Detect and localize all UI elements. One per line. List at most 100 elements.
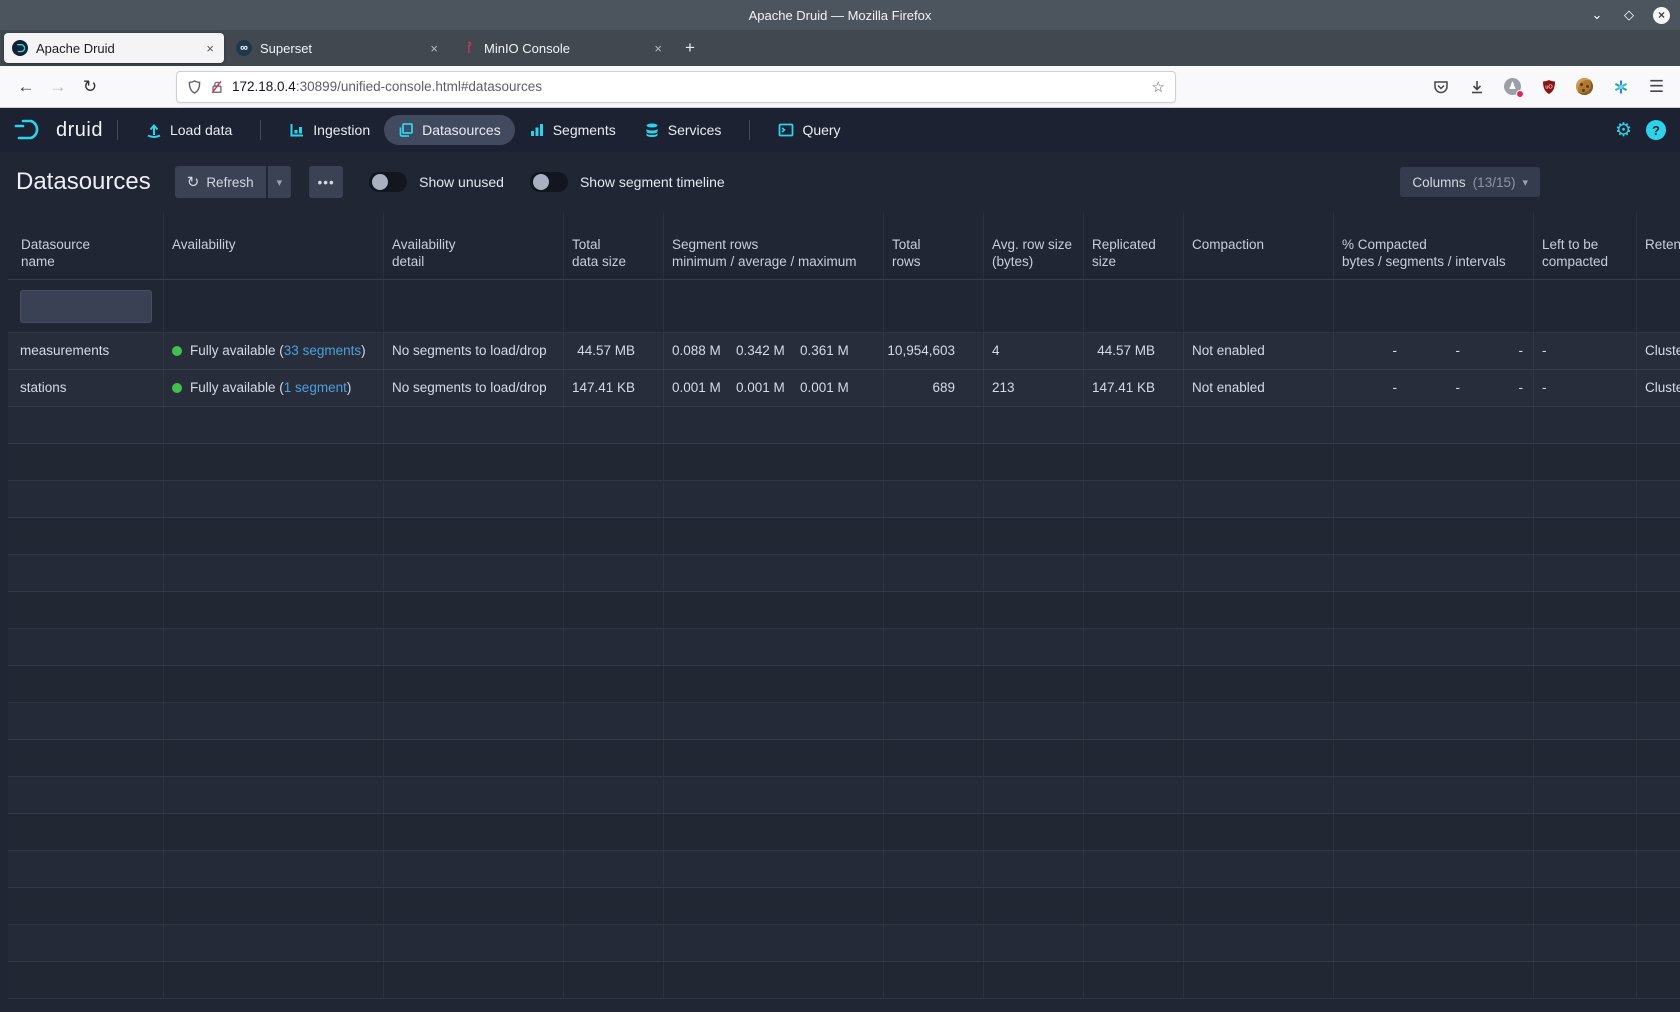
- available-dot-icon: [172, 346, 182, 356]
- col-header-total-rows[interactable]: Totalrows: [884, 212, 984, 279]
- extension-icon[interactable]: ♟: [1499, 73, 1526, 100]
- ingestion-icon: [289, 122, 305, 138]
- query-icon: [778, 122, 794, 138]
- tracking-shield-icon[interactable]: [187, 79, 202, 95]
- cell-total-data-size: 147.41 KB: [564, 370, 664, 406]
- refresh-interval-dropdown-button[interactable]: ▾: [268, 166, 292, 198]
- minio-favicon-icon: [460, 40, 476, 56]
- url-bar[interactable]: 172.18.0.4:30899/unified-console.html#da…: [176, 71, 1176, 103]
- table-row-empty: [8, 703, 1680, 740]
- nav-label: Query: [802, 122, 840, 138]
- nav-item-query[interactable]: Query: [764, 115, 854, 145]
- refresh-icon: ↻: [187, 173, 200, 191]
- cookie-extension-icon[interactable]: [1571, 73, 1598, 100]
- cell-availability: Fully available (33 segments): [164, 333, 384, 369]
- url-host: 172.18.0.4: [232, 79, 296, 94]
- nav-label: Ingestion: [313, 122, 370, 138]
- cell-datasource-name: stations: [8, 370, 164, 406]
- tab-minio-console[interactable]: MinIO Console ×: [452, 33, 672, 63]
- cell-avg-row-size: 213: [984, 370, 1084, 406]
- cell-left-to-be-compacted: -: [1534, 370, 1637, 406]
- tab-apache-druid[interactable]: Apache Druid ×: [4, 33, 224, 63]
- col-header-datasource-name[interactable]: Datasourcename: [8, 212, 164, 279]
- nav-item-load-data[interactable]: Load data: [132, 115, 246, 145]
- segments-icon: [529, 122, 545, 138]
- nav-item-datasources[interactable]: Datasources: [384, 115, 515, 145]
- more-actions-button[interactable]: •••: [309, 166, 343, 198]
- druid-brand[interactable]: druid: [14, 117, 103, 143]
- url-text[interactable]: 172.18.0.4:30899/unified-console.html#da…: [232, 79, 1144, 94]
- tab-close-icon[interactable]: ×: [204, 41, 216, 56]
- col-header-left-to-be-compacted[interactable]: Left to becompacted: [1534, 212, 1637, 279]
- pocket-icon[interactable]: [1427, 73, 1454, 100]
- empty-rows: [8, 407, 1680, 999]
- window-titlebar: Apache Druid — Mozilla Firefox ⌄ ◇ ×: [0, 0, 1680, 30]
- table-row-measurements[interactable]: measurements Fully available (33 segment…: [8, 333, 1680, 370]
- nav-item-ingestion[interactable]: Ingestion: [275, 115, 384, 145]
- cell-compaction: Not enabled: [1184, 370, 1334, 406]
- col-header-availability[interactable]: Availability: [164, 212, 384, 279]
- col-header-compaction[interactable]: Compaction: [1184, 212, 1334, 279]
- columns-picker-button[interactable]: Columns (13/15) ▾: [1400, 167, 1540, 197]
- firefox-logo-icon: [10, 6, 29, 25]
- segments-link[interactable]: 1 segment: [284, 370, 347, 406]
- page-header: Datasources ↻ Refresh ▾ ••• Show unused …: [0, 152, 1680, 212]
- bookmark-star-icon[interactable]: ☆: [1152, 78, 1165, 96]
- insecure-lock-icon[interactable]: [210, 79, 224, 95]
- datasources-icon: [398, 122, 414, 138]
- reload-button[interactable]: ↻: [74, 72, 106, 102]
- ublock-origin-icon[interactable]: uO: [1535, 73, 1562, 100]
- col-header-availability-detail[interactable]: Availabilitydetail: [384, 212, 564, 279]
- col-header-retention[interactable]: Retention: [1637, 212, 1680, 279]
- window-minimize-icon[interactable]: ⌄: [1589, 7, 1605, 23]
- show-segment-timeline-toggle[interactable]: [530, 172, 568, 192]
- window-close-icon[interactable]: ×: [1653, 7, 1670, 24]
- show-segment-timeline-label: Show segment timeline: [580, 174, 725, 190]
- forward-button[interactable]: →: [42, 72, 74, 102]
- table-row-empty: [8, 777, 1680, 814]
- table-row-empty: [8, 481, 1680, 518]
- menu-hamburger-icon[interactable]: ☰: [1643, 73, 1670, 100]
- datasources-view: Datasources ↻ Refresh ▾ ••• Show unused …: [0, 152, 1680, 1012]
- columns-count: (13/15): [1473, 175, 1516, 190]
- settings-gear-icon[interactable]: ⚙: [1615, 119, 1632, 142]
- nav-label: Services: [668, 122, 722, 138]
- cell-retention[interactable]: Cluster default: [1637, 370, 1680, 406]
- table-row-stations[interactable]: stations Fully available (1 segment) No …: [8, 370, 1680, 407]
- nav-item-segments[interactable]: Segments: [515, 115, 630, 145]
- show-unused-toggle[interactable]: [369, 172, 407, 192]
- brand-name: druid: [56, 119, 103, 142]
- druid-navbar: druid Load data Ingestion Datasources Se…: [0, 108, 1680, 152]
- back-button[interactable]: ←: [10, 72, 42, 102]
- datasource-name-filter-input[interactable]: [20, 290, 152, 323]
- tab-close-icon[interactable]: ×: [428, 41, 440, 56]
- toggle-knob: [533, 174, 549, 190]
- help-icon[interactable]: ?: [1646, 120, 1666, 140]
- page-title: Datasources: [16, 168, 151, 196]
- tab-strip: Apache Druid × ∞ Superset × MinIO Consol…: [0, 30, 1680, 66]
- druid-logo-icon: [14, 117, 48, 143]
- nav-divider: [260, 120, 261, 140]
- segments-link[interactable]: 33 segments: [284, 333, 361, 369]
- cell-retention[interactable]: Cluster default: [1637, 333, 1680, 369]
- show-unused-label: Show unused: [419, 174, 504, 190]
- col-header-avg-row-size[interactable]: Avg. row size(bytes): [984, 212, 1084, 279]
- refresh-button[interactable]: ↻ Refresh: [175, 166, 266, 198]
- new-tab-button[interactable]: +: [676, 34, 704, 62]
- col-header-pct-compacted[interactable]: % Compactedbytes / segments / intervals: [1334, 212, 1534, 279]
- window-maximize-icon[interactable]: ◇: [1621, 7, 1637, 23]
- nav-item-services[interactable]: Services: [630, 115, 736, 145]
- table-row-empty: [8, 518, 1680, 555]
- col-header-total-data-size[interactable]: Totaldata size: [564, 212, 664, 279]
- cell-datasource-name: measurements: [8, 333, 164, 369]
- tab-superset[interactable]: ∞ Superset ×: [228, 33, 448, 63]
- show-segment-timeline-toggle-group: Show segment timeline: [530, 172, 725, 192]
- asterisk-extension-icon[interactable]: [1607, 73, 1634, 100]
- filter-cell: [8, 280, 164, 332]
- col-header-segment-rows[interactable]: Segment rowsminimum / average / maximum: [664, 212, 884, 279]
- tab-close-icon[interactable]: ×: [652, 41, 664, 56]
- col-header-replicated-size[interactable]: Replicatedsize: [1084, 212, 1184, 279]
- tab-title: Apache Druid: [36, 41, 196, 56]
- downloads-icon[interactable]: [1463, 73, 1490, 100]
- cell-replicated-size: 44.57 MB: [1084, 333, 1184, 369]
